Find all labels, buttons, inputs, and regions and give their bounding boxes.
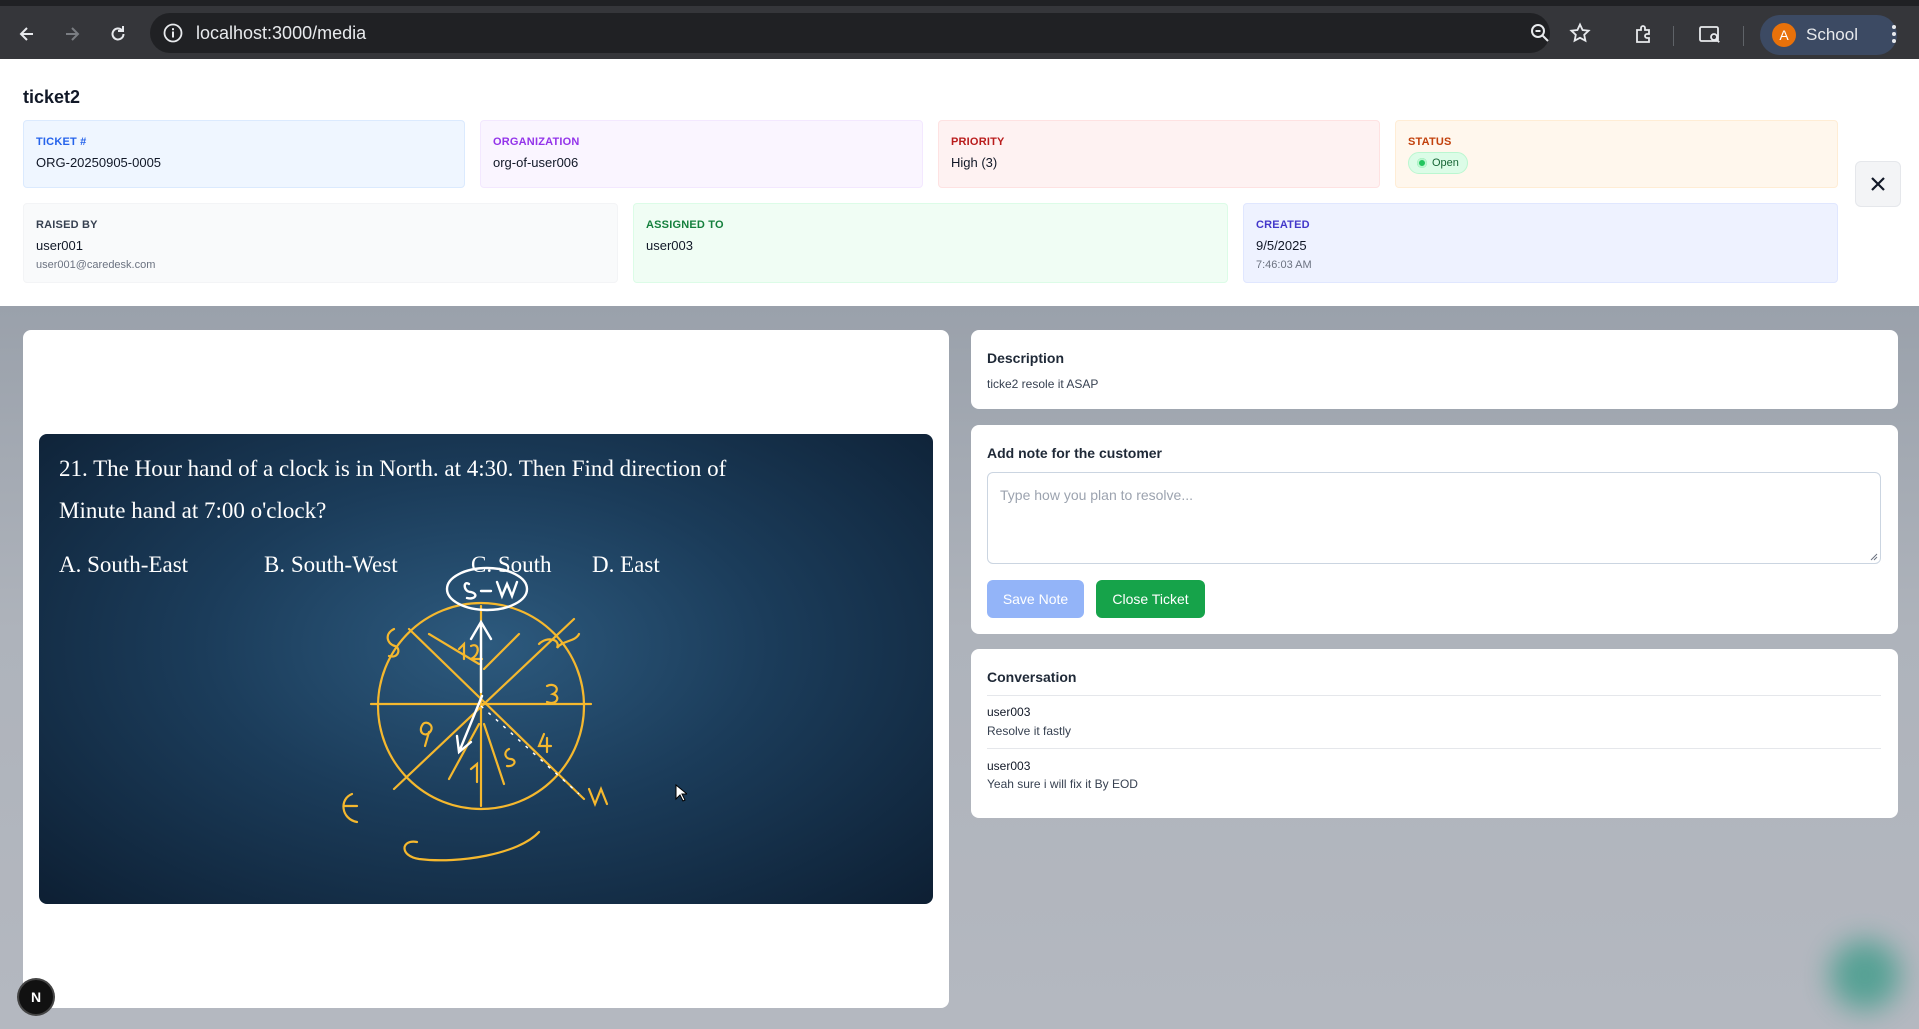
description-card: Description ticke2 resole it ASAP (971, 330, 1898, 409)
close-panel-button[interactable] (1855, 161, 1901, 207)
profile-button[interactable]: A School (1760, 15, 1897, 55)
status-badge: Open (1408, 152, 1468, 174)
forward-button[interactable] (58, 20, 86, 48)
more-menu-icon[interactable] (1882, 22, 1906, 46)
description-title: Description (987, 350, 1065, 366)
organization-card: ORGANIZATION org-of-user006 (480, 120, 923, 188)
status-label: STATUS (1408, 136, 1452, 148)
toolbar-divider (1743, 26, 1744, 46)
reload-icon (111, 26, 125, 41)
page-title: ticket2 (23, 87, 81, 107)
toolbar-divider (1673, 26, 1674, 46)
description-text: ticke2 resole it ASAP (987, 377, 1099, 391)
priority-label: PRIORITY (951, 136, 1005, 148)
ticket-number-label: TICKET # (36, 136, 87, 148)
close-icon (1871, 177, 1885, 191)
browser-toolbar: localhost:3000/media A School (0, 0, 1919, 59)
status-badge-text: Open (1432, 157, 1459, 169)
status-dot-icon (1417, 158, 1427, 168)
floating-widget[interactable] (1830, 940, 1900, 1010)
note-title: Add note for the customer (987, 445, 1163, 461)
back-button[interactable] (13, 20, 41, 48)
reload-button[interactable] (104, 20, 132, 48)
message-text: Yeah sure i will fix it By EOD (987, 777, 1138, 791)
ticket-number-value: ORG-20250905-0005 (36, 155, 162, 170)
address-bar[interactable]: localhost:3000/media (150, 13, 1550, 53)
avatar: A (1772, 23, 1796, 47)
created-label: CREATED (1256, 219, 1310, 231)
message-author: user003 (987, 705, 1031, 719)
assigned-to-label: ASSIGNED TO (646, 219, 724, 231)
note-placeholder: Type how you plan to resolve... (1000, 487, 1193, 503)
created-time: 7:46:03 AM (1256, 259, 1312, 271)
ticket-number-card: TICKET # ORG-20250905-0005 (23, 120, 465, 188)
priority-card: PRIORITY High (3) (938, 120, 1380, 188)
status-card: STATUS Open (1395, 120, 1838, 188)
conversation-card: Conversation user003 Resolve it fastly u… (971, 649, 1898, 818)
raised-by-label: RAISED BY (36, 219, 98, 231)
extensions-icon[interactable] (1632, 22, 1656, 46)
message-author: user003 (987, 759, 1031, 773)
ticket-header: ticket2 TICKET # ORG-20250905-0005 ORGAN… (0, 59, 1919, 306)
conversation-divider (987, 695, 1881, 696)
priority-value: High (3) (951, 155, 998, 170)
created-card: CREATED 9/5/2025 7:46:03 AM (1243, 203, 1838, 283)
mouse-cursor-icon (675, 784, 687, 802)
clock-sketch (342, 566, 609, 862)
conversation-divider (987, 748, 1881, 749)
url-text: localhost:3000/media (196, 23, 367, 43)
attachment-image: 21. The Hour hand of a clock is in North… (39, 434, 933, 904)
close-ticket-button[interactable]: Close Ticket (1096, 580, 1205, 618)
media-viewer: 21. The Hour hand of a clock is in North… (23, 330, 949, 1008)
zoom-icon[interactable] (1529, 22, 1551, 44)
note-textarea[interactable]: Type how you plan to resolve... (987, 472, 1881, 564)
arrow-right-icon (66, 27, 80, 41)
nextjs-dev-badge[interactable]: N (19, 980, 53, 1014)
profile-label: School (1806, 25, 1858, 44)
raised-by-card: RAISED BY user001 user001@caredesk.com (23, 203, 618, 283)
tab-search-icon[interactable] (1698, 22, 1722, 46)
assigned-to-card: ASSIGNED TO user003 (633, 203, 1228, 283)
created-date: 9/5/2025 (1256, 238, 1307, 253)
resize-handle-icon[interactable] (1870, 553, 1878, 561)
arrow-left-icon (19, 27, 33, 41)
organization-value: org-of-user006 (493, 155, 579, 170)
note-card: Add note for the customer Type how you p… (971, 425, 1898, 634)
message-text: Resolve it fastly (987, 724, 1072, 738)
organization-label: ORGANIZATION (493, 136, 580, 148)
assigned-to-value: user003 (646, 238, 693, 253)
raised-by-value: user001 (36, 238, 83, 253)
bookmark-star-icon[interactable] (1569, 22, 1591, 44)
conversation-title: Conversation (987, 669, 1077, 685)
site-info-icon[interactable] (162, 22, 184, 44)
raised-by-email: user001@caredesk.com (36, 259, 156, 271)
save-note-button[interactable]: Save Note (987, 580, 1084, 618)
